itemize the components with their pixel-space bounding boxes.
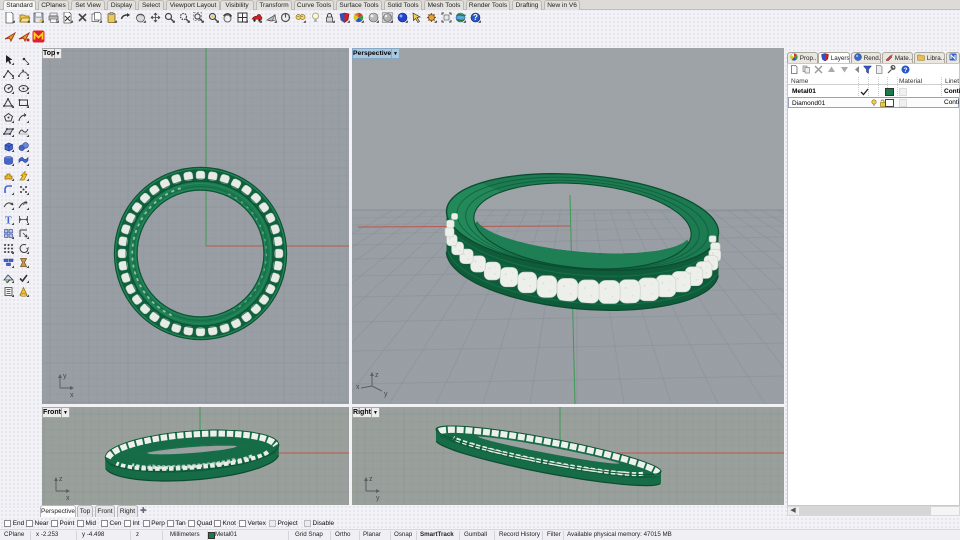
svg-text:?: ? (904, 67, 908, 74)
svg-text:z: z (59, 476, 63, 483)
svg-text:x: x (356, 384, 360, 391)
svg-text:z: z (375, 372, 379, 379)
svg-text:y: y (63, 373, 67, 380)
svg-text:y: y (384, 391, 388, 398)
svg-text:x: x (66, 495, 70, 502)
svg-text:?: ? (473, 13, 478, 22)
svg-text:y: y (376, 495, 380, 502)
svg-text:x: x (70, 392, 74, 399)
svg-text:T: T (5, 215, 12, 225)
svg-text:z: z (369, 476, 373, 483)
